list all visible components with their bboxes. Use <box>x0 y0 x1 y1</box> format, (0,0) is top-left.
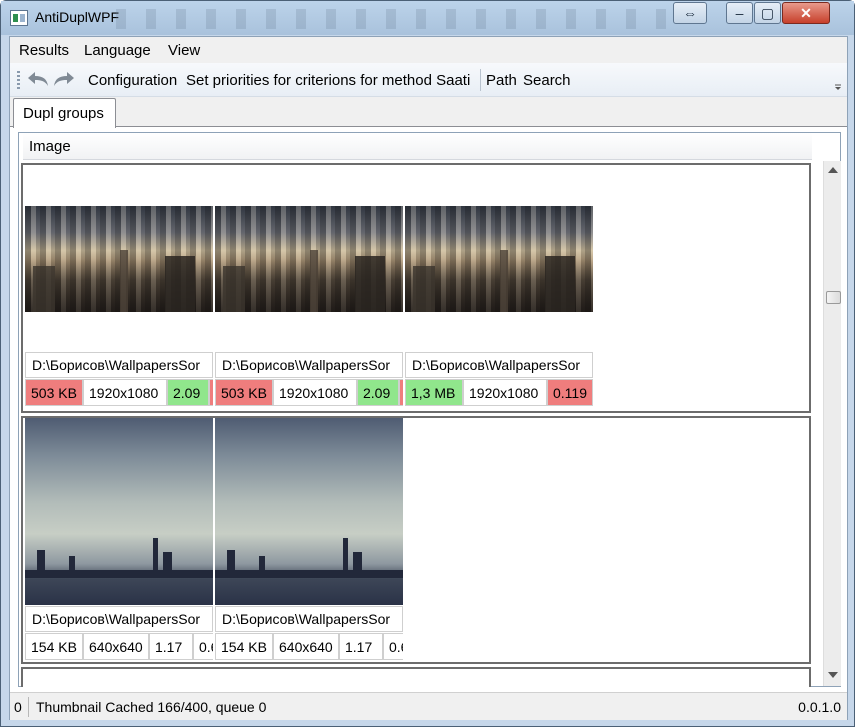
thumbnail-image[interactable] <box>25 418 213 605</box>
item-properties: 503 KB 1920x1080 2.09 <box>215 379 403 407</box>
menu-bar: Results Language View <box>10 37 847 63</box>
item-properties: 154 KB 640x640 1.17 0.6 <box>25 633 213 661</box>
resolution: 640x640 <box>83 633 149 660</box>
thumbnail-detail <box>500 250 508 312</box>
redo-icon[interactable] <box>52 69 76 89</box>
version-label: 0.0.1.0 <box>798 699 841 715</box>
file-path[interactable]: D:\Борисов\WallpapersSor <box>25 606 213 632</box>
maximize-button[interactable]: ▢ <box>754 2 781 24</box>
title-bar[interactable]: AntiDuplWPF ⇔ – ▢ ✕ <box>1 1 854 35</box>
file-path[interactable]: D:\Борисов\WallpapersSor <box>215 352 403 378</box>
duplicate-group[interactable] <box>21 667 811 687</box>
menu-language[interactable]: Language <box>84 42 151 59</box>
thumbnail-detail <box>33 266 55 312</box>
undo-icon[interactable] <box>26 69 50 89</box>
path-button[interactable]: Path <box>486 72 517 89</box>
file-size: 503 KB <box>215 379 273 406</box>
duplicate-group[interactable]: D:\Борисов\WallpapersSor 154 KB 640x640 … <box>21 416 811 664</box>
menu-view[interactable]: View <box>168 42 200 59</box>
app-window: AntiDuplWPF ⇔ – ▢ ✕ Results Language Vie… <box>0 0 855 727</box>
search-button[interactable]: Search <box>523 72 571 89</box>
resolution: 1920x1080 <box>463 379 547 406</box>
menu-results[interactable]: Results <box>19 42 69 59</box>
status-count: 0 <box>14 699 22 715</box>
thumbnail-detail <box>153 538 158 572</box>
thumbnail-image[interactable] <box>215 206 403 312</box>
file-size: 503 KB <box>25 379 83 406</box>
status-bar: 0 Thumbnail Cached 166/400, queue 0 0.0.… <box>10 692 847 720</box>
extra-value <box>209 379 213 406</box>
app-icon <box>10 10 28 26</box>
duplicate-group[interactable]: D:\Борисов\WallpapersSor 503 KB 1920x108… <box>21 163 811 413</box>
thumbnail-detail <box>37 550 45 572</box>
thumbnail-detail <box>355 256 385 312</box>
toolbar-separator <box>480 69 481 91</box>
thumbnail-detail <box>413 266 435 312</box>
thumbnail-image[interactable] <box>405 206 593 312</box>
client-area: Results Language View Configuration Set … <box>9 36 848 720</box>
item-properties: 503 KB 1920x1080 2.09 <box>25 379 213 407</box>
quality-value: 2.09 <box>167 379 209 406</box>
tab-strip: Dupl groups <box>10 97 847 128</box>
status-divider <box>28 697 29 717</box>
file-path[interactable]: D:\Борисов\WallpapersSor <box>215 606 403 632</box>
thumbnail-detail <box>25 570 213 578</box>
file-path[interactable]: D:\Борисов\WallpapersSor <box>25 352 213 378</box>
toolbar-grip[interactable] <box>17 71 20 89</box>
close-button[interactable]: ✕ <box>782 2 830 24</box>
window-title: AntiDuplWPF <box>35 9 120 25</box>
quality-value: 0.119 <box>547 379 593 406</box>
configuration-button[interactable]: Configuration <box>88 72 177 89</box>
quality-value: 1.17 <box>149 633 193 660</box>
item-properties: 1,3 MB 1920x1080 0.119 <box>405 379 593 407</box>
quality-value: 1.17 <box>339 633 383 660</box>
title-bar-blur <box>116 9 676 29</box>
toolbar: Configuration Set priorities for criteri… <box>10 63 847 97</box>
thumbnail-detail <box>343 538 348 572</box>
scroll-up-icon[interactable] <box>828 167 838 173</box>
vertical-scrollbar[interactable] <box>823 161 841 686</box>
thumbnail-image[interactable] <box>215 418 403 605</box>
thumbnail-detail <box>165 256 195 312</box>
extra-value <box>399 379 403 406</box>
column-header-label: Image <box>29 138 71 155</box>
thumbnail-detail <box>215 570 403 578</box>
tab-label: Dupl groups <box>23 105 104 122</box>
file-path[interactable]: D:\Борисов\WallpapersSor <box>405 352 593 378</box>
extra-value: 0.6 <box>383 633 403 660</box>
file-size: 1,3 MB <box>405 379 463 406</box>
scroll-down-icon[interactable] <box>828 672 838 678</box>
file-size: 154 KB <box>25 633 83 660</box>
resolution: 1920x1080 <box>273 379 357 406</box>
saati-priorities-button[interactable]: Set priorities for criterions for method… <box>186 72 470 89</box>
thumbnail-detail <box>310 250 318 312</box>
tab-dupl-groups[interactable]: Dupl groups <box>13 98 116 128</box>
column-header-image[interactable]: Image <box>23 133 812 160</box>
resize-button[interactable]: ⇔ <box>673 2 707 24</box>
thumbnail-detail <box>259 556 265 572</box>
thumbnail-detail <box>545 256 575 312</box>
resolution: 640x640 <box>273 633 339 660</box>
thumbnail-detail <box>69 556 75 572</box>
item-properties: 154 KB 640x640 1.17 0.6 <box>215 633 403 661</box>
dupl-groups-panel: Image D:\Борисов\WallpapersSor 503 KB 19… <box>18 132 841 687</box>
toolbar-overflow-icon[interactable] <box>833 71 843 91</box>
extra-value: 0.6 <box>193 633 213 660</box>
file-size: 154 KB <box>215 633 273 660</box>
thumbnail-detail <box>120 250 128 312</box>
scroll-thumb[interactable] <box>826 291 841 304</box>
resolution: 1920x1080 <box>83 379 167 406</box>
minimize-button[interactable]: – <box>726 2 753 24</box>
status-message: Thumbnail Cached 166/400, queue 0 <box>36 699 267 715</box>
thumbnail-detail <box>163 552 172 572</box>
thumbnail-detail <box>223 266 245 312</box>
thumbnail-image[interactable] <box>25 206 213 312</box>
quality-value: 2.09 <box>357 379 399 406</box>
thumbnail-detail <box>353 552 362 572</box>
thumbnail-detail <box>227 550 235 572</box>
